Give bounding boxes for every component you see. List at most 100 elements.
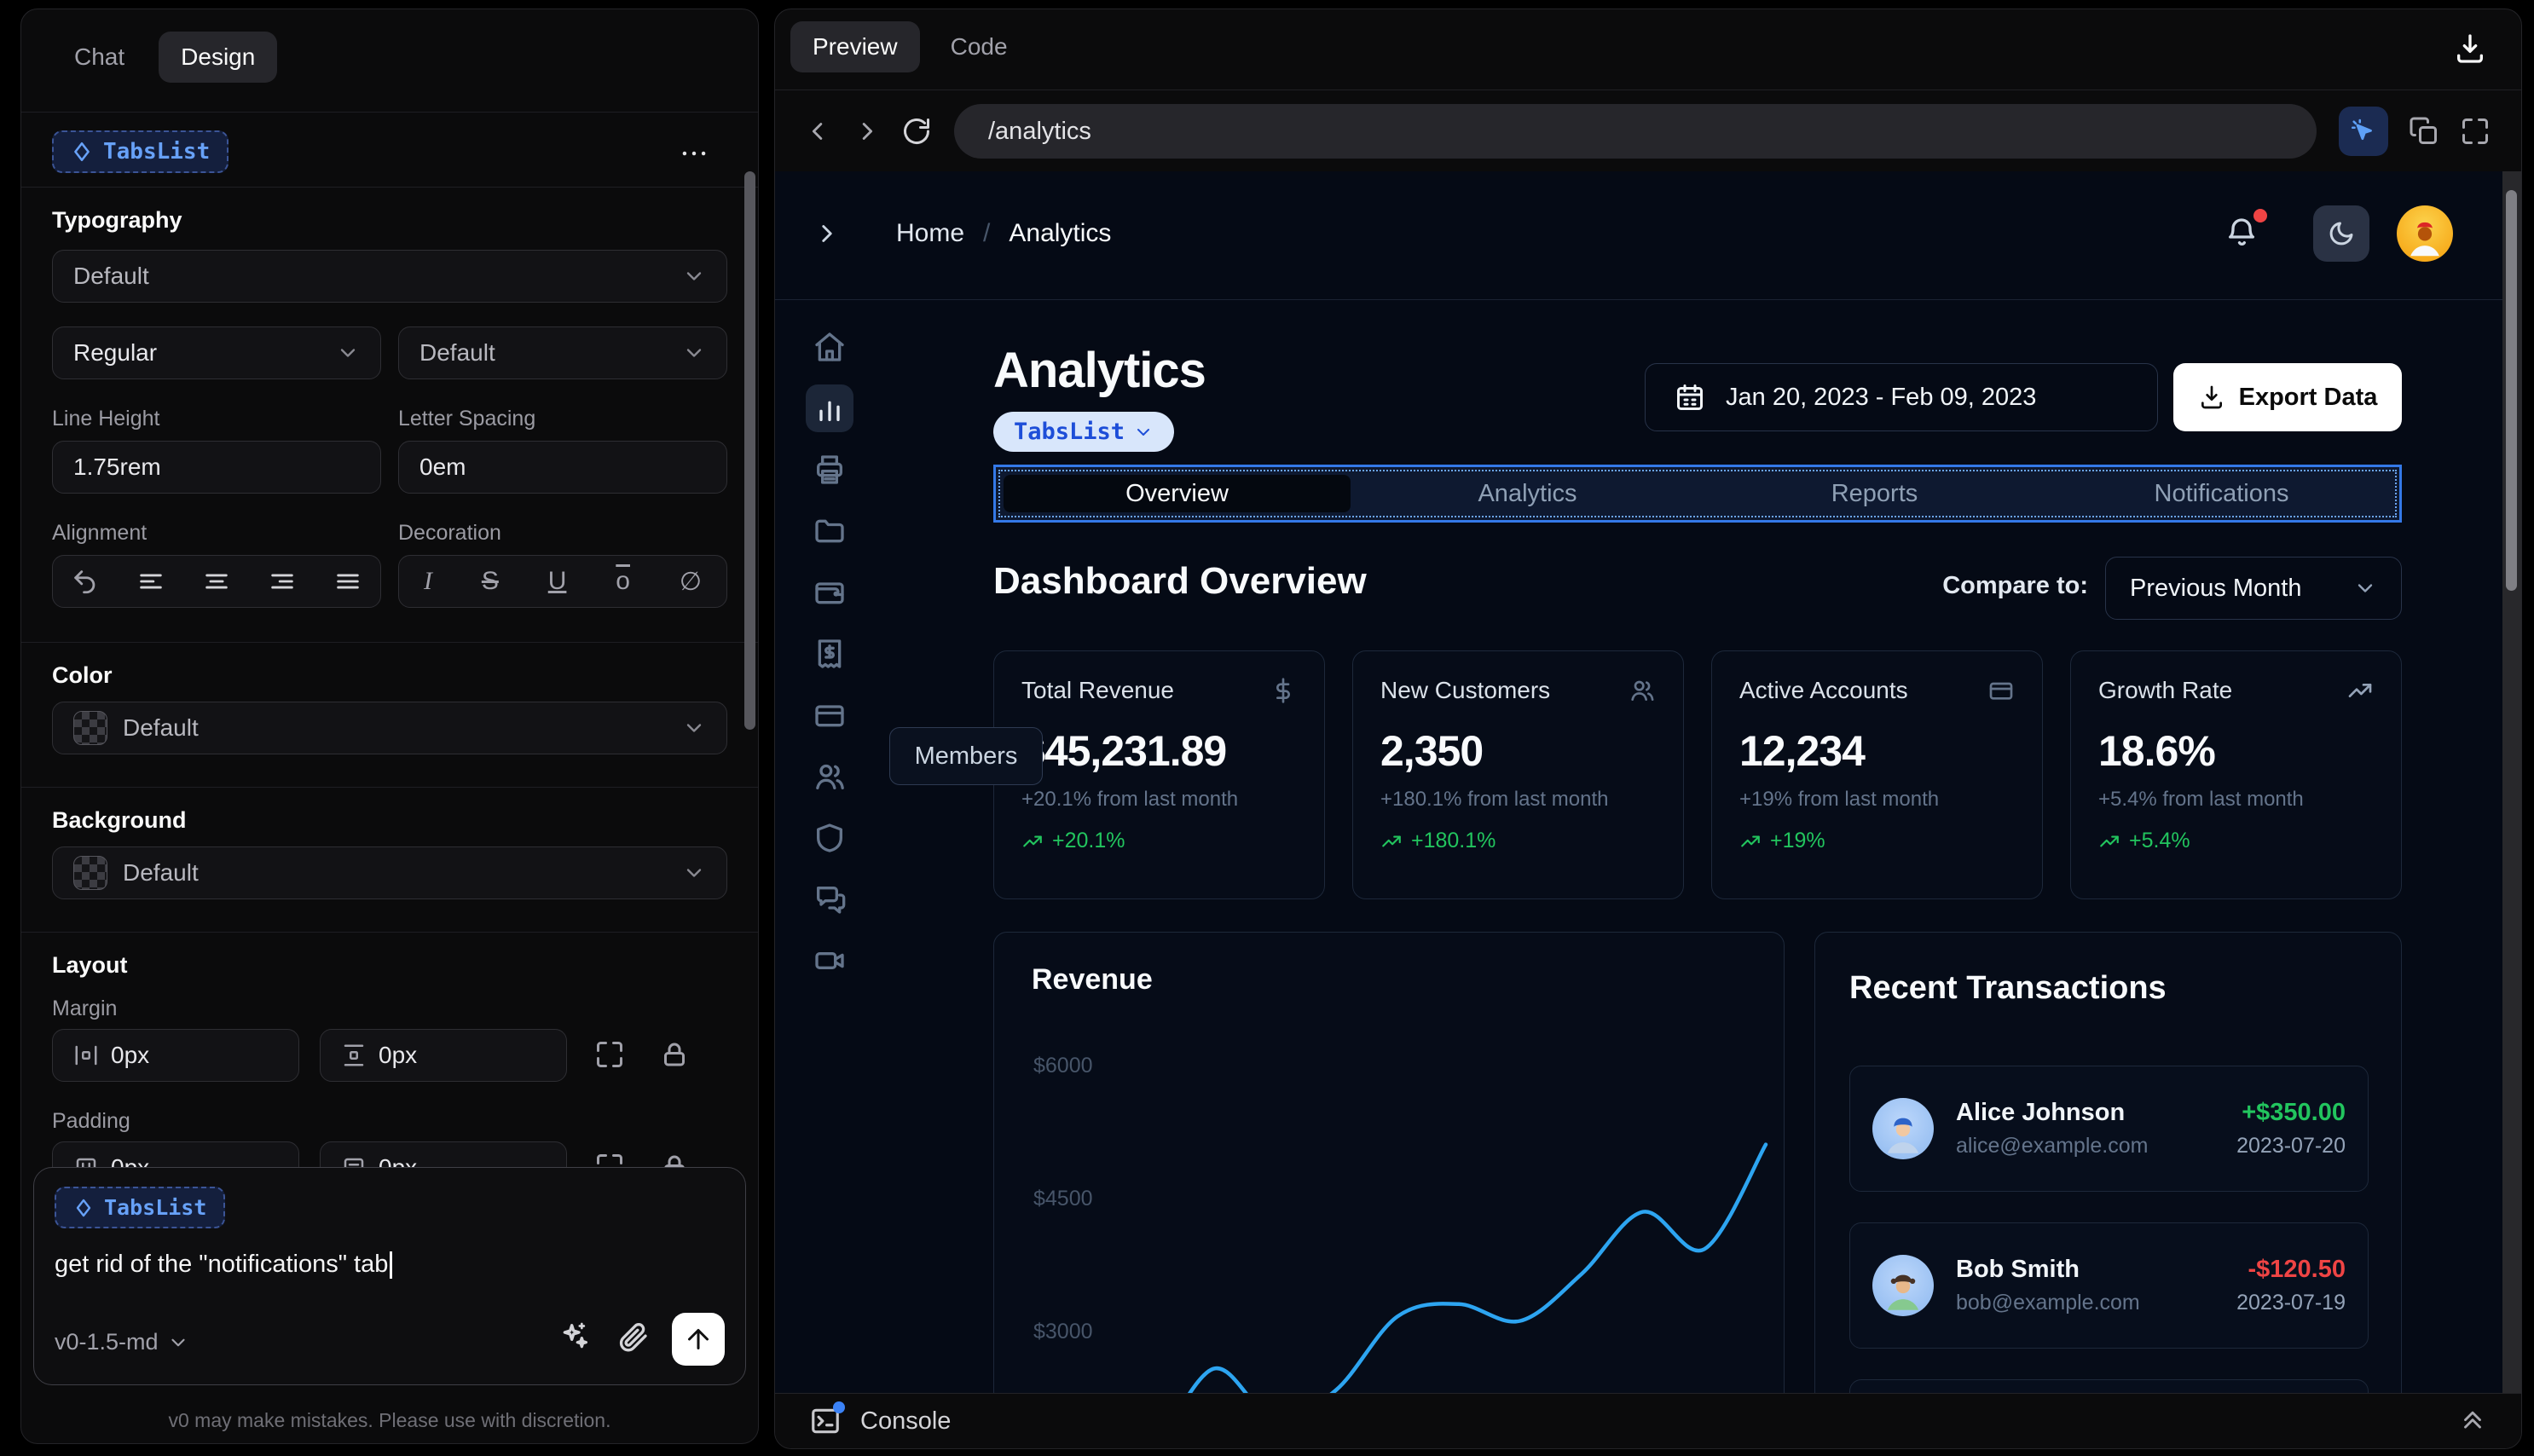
prompt-input[interactable]: get rid of the "notifications" tab: [55, 1251, 725, 1280]
strikethrough-button[interactable]: S: [482, 567, 499, 596]
disclaimer-text: v0 may make mistakes. Please use with di…: [168, 1409, 611, 1431]
user-avatar[interactable]: [2397, 205, 2453, 262]
console-label: Console: [860, 1407, 952, 1435]
design-panel-scrollbar[interactable]: [744, 171, 755, 730]
forward-button[interactable]: [852, 117, 881, 146]
sidebar-item-members[interactable]: [806, 753, 853, 800]
transaction-item[interactable]: Alice Johnson alice@example.com +$350.00…: [1849, 1066, 2369, 1192]
align-justify-button[interactable]: [333, 567, 362, 596]
section-heading: Dashboard Overview: [993, 560, 1367, 602]
lock-icon: [664, 1043, 685, 1066]
italic-button[interactable]: I: [424, 567, 432, 596]
composer-component-chip[interactable]: TabsList: [55, 1187, 226, 1228]
notifications-button[interactable]: [2224, 209, 2267, 250]
overline-button[interactable]: o: [616, 567, 630, 596]
letter-spacing-input[interactable]: 0em: [398, 441, 727, 494]
sidebar-item-video[interactable]: [806, 937, 853, 985]
chevron-down-icon: [686, 272, 702, 280]
refresh-button[interactable]: [901, 116, 932, 147]
breadcrumb-home[interactable]: Home: [896, 219, 964, 248]
url-input[interactable]: /analytics: [954, 104, 2317, 159]
trend-up-icon: [2100, 835, 2119, 846]
console-toggle-button[interactable]: [809, 1401, 845, 1437]
tab-preview[interactable]: Preview: [790, 21, 920, 72]
tab-code[interactable]: Code: [929, 21, 1030, 72]
fullscreen-button[interactable]: [2460, 116, 2491, 147]
console-expand-button[interactable]: [2458, 1407, 2487, 1436]
chevron-down-icon: [2358, 584, 2373, 592]
preview-scrollbar-thumb[interactable]: [2506, 190, 2517, 591]
preview-scrollbar-track[interactable]: [2502, 171, 2521, 1394]
tab-chat[interactable]: Chat: [52, 32, 147, 83]
transaction-email: alice@example.com: [1956, 1134, 2149, 1158]
more-options-button[interactable]: [678, 137, 710, 170]
avatar: [1872, 1255, 1934, 1316]
tab-reports[interactable]: Reports: [1701, 471, 2048, 516]
color-section-title: Color: [52, 662, 113, 688]
download-button[interactable]: [2453, 32, 2487, 66]
sidebar-item-wallet[interactable]: [806, 569, 853, 616]
decoration-label: Decoration: [398, 521, 501, 545]
model-selector[interactable]: v0-1.5-md: [55, 1329, 189, 1355]
underline-button[interactable]: U: [548, 567, 567, 596]
line-height-input[interactable]: 1.75rem: [52, 441, 381, 494]
chevron-right-icon: [822, 225, 832, 242]
transaction-name: Alice Johnson: [1956, 1099, 2126, 1126]
no-decoration-button[interactable]: ∅: [680, 567, 702, 597]
breadcrumb-separator: /: [983, 219, 991, 247]
font-weight-select[interactable]: Regular: [52, 326, 381, 379]
compare-select[interactable]: Previous Month: [2105, 557, 2402, 620]
revenue-line-chart: [1187, 1142, 1768, 1394]
margin-x-input[interactable]: 0px: [52, 1029, 299, 1082]
margin-y-input[interactable]: 0px: [320, 1029, 567, 1082]
background-section-title: Background: [52, 807, 187, 833]
align-center-button[interactable]: [202, 567, 231, 596]
transactions-title: Recent Transactions: [1849, 970, 2167, 1006]
tab-notifications[interactable]: Notifications: [2048, 471, 2395, 516]
component-badge[interactable]: TabsList: [993, 412, 1175, 452]
revenue-chart-card: Revenue $6000 $4500 $3000: [993, 932, 1785, 1394]
tab-design[interactable]: Design: [159, 32, 278, 83]
font-family-select[interactable]: Default: [52, 250, 727, 303]
person-icon: [1887, 1274, 1919, 1310]
cursor-sparkle-icon: [2351, 118, 2372, 141]
color-swatch-icon: [73, 711, 107, 745]
copy-button[interactable]: [2409, 116, 2439, 147]
align-left-button[interactable]: [136, 567, 165, 596]
sidebar-item-security[interactable]: [806, 814, 853, 862]
sidebar-item-receipts[interactable]: [806, 630, 853, 678]
sidebar-item-files[interactable]: [806, 507, 853, 555]
export-data-button[interactable]: Export Data: [2173, 363, 2402, 431]
send-button[interactable]: [672, 1313, 725, 1366]
sidebar-item-home[interactable]: [806, 323, 853, 371]
background-select[interactable]: Default: [52, 846, 727, 899]
theme-toggle-button[interactable]: [2313, 205, 2369, 262]
transaction-item[interactable]: Bob Smith bob@example.com -$120.50 2023-…: [1849, 1222, 2369, 1349]
tab-overview[interactable]: Overview: [1004, 475, 1351, 512]
folder-icon: [815, 519, 844, 543]
undo-align-button[interactable]: [71, 567, 100, 596]
notification-dot: [2253, 209, 2267, 222]
sidebar-item-messages[interactable]: [806, 875, 853, 923]
breadcrumb: Home / Analytics: [896, 219, 1111, 248]
back-button[interactable]: [804, 117, 833, 146]
sidebar-item-analytics[interactable]: [806, 384, 853, 432]
sidebar-item-cards[interactable]: [806, 691, 853, 739]
color-select[interactable]: Default: [52, 702, 727, 754]
attach-file-button[interactable]: [616, 1320, 650, 1354]
console-activity-dot: [833, 1401, 845, 1413]
copy-icon: [2410, 117, 2437, 144]
align-right-button[interactable]: [268, 567, 297, 596]
sidebar-toggle-button[interactable]: [813, 219, 842, 248]
stat-card-total-revenue: Total Revenue $45,231.89 +20.1% from las…: [993, 650, 1325, 899]
inspect-mode-button[interactable]: [2339, 107, 2388, 156]
margin-expand-button[interactable]: [594, 1039, 625, 1070]
date-range-picker[interactable]: Jan 20, 2023 - Feb 09, 2023: [1645, 363, 2158, 431]
font-size-select[interactable]: Default: [398, 326, 727, 379]
margin-lock-button[interactable]: [659, 1039, 690, 1070]
enhance-prompt-button[interactable]: [558, 1320, 592, 1354]
sidebar-item-printer[interactable]: [806, 446, 853, 494]
selected-component-chip[interactable]: TabsList: [52, 130, 229, 173]
alignment-label: Alignment: [52, 521, 148, 545]
tab-analytics[interactable]: Analytics: [1354, 471, 1701, 516]
